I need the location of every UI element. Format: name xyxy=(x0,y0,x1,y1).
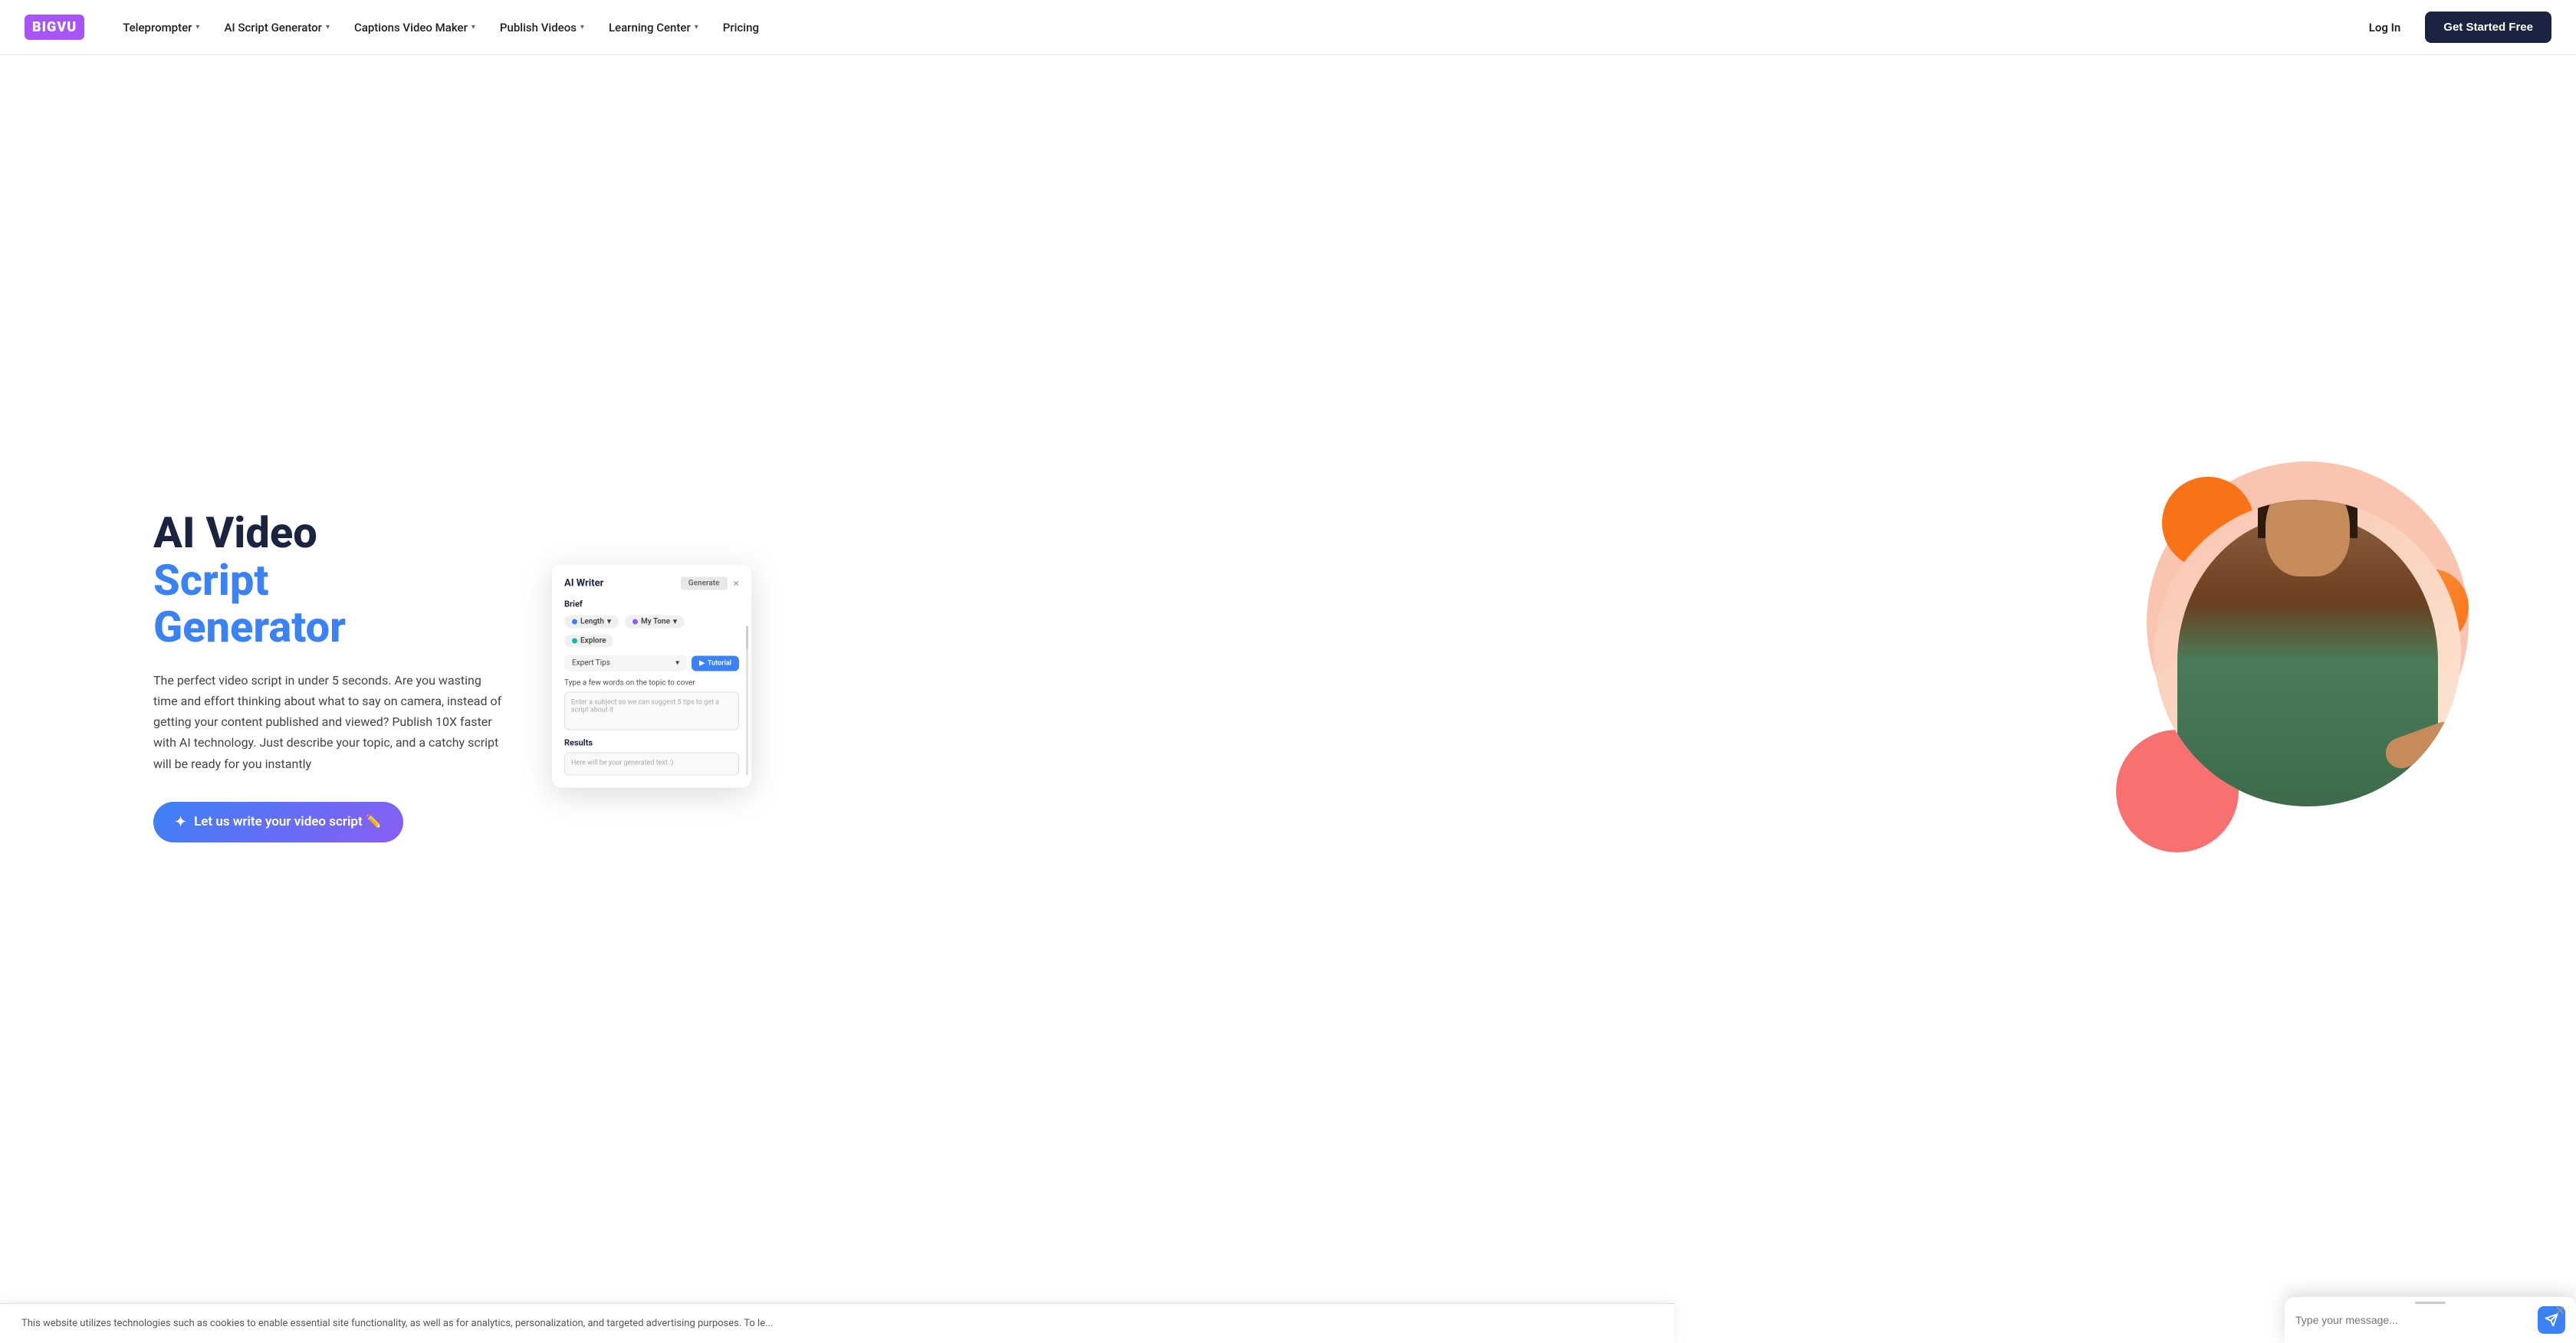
hero-title-line2: Script xyxy=(153,557,537,605)
chat-input[interactable] xyxy=(2295,1314,2530,1326)
hero-visual: AI Writer Generate × Brief Length ▾ My T… xyxy=(537,477,2515,875)
person-image xyxy=(2154,500,2461,806)
cookie-text: This website utilizes technologies such … xyxy=(21,1318,773,1329)
chevron-down-icon: ▾ xyxy=(580,23,584,31)
chevron-down-icon: ▾ xyxy=(695,23,698,31)
nav-links: Teleprompter ▾ AI Script Generator ▾ Cap… xyxy=(112,15,2357,41)
ai-input-label: Type a few words on the topic to cover xyxy=(564,679,739,688)
hero-content: AI Video Script Generator The perfect vi… xyxy=(153,510,537,842)
ai-tutorial-button[interactable]: ▶ Tutorial xyxy=(692,655,739,671)
ai-topic-input[interactable]: Enter a subject so we can suggest 5 tips… xyxy=(564,692,739,731)
hero-title-line1: AI Video xyxy=(153,510,537,557)
dot-icon xyxy=(572,619,577,625)
chevron-down-icon: ▾ xyxy=(472,23,475,31)
hero-title-line3: Generator xyxy=(153,604,537,652)
nav-item-teleprompter[interactable]: Teleprompter ▾ xyxy=(112,15,210,41)
ai-results-label: Results xyxy=(564,738,739,748)
cookie-banner: This website utilizes technologies such … xyxy=(0,1303,1674,1343)
ai-writer-card: AI Writer Generate × Brief Length ▾ My T… xyxy=(552,565,751,788)
chevron-down-icon: ▾ xyxy=(326,23,330,31)
ai-topic-row: Expert Tips ▾ ▶ Tutorial xyxy=(564,655,739,672)
ai-options-row: Length ▾ My Tone ▾ Explore xyxy=(564,616,739,648)
nav-label-ai-script: AI Script Generator xyxy=(224,21,322,34)
dot-icon xyxy=(632,619,638,625)
ai-topic-label: Expert Tips xyxy=(572,659,610,668)
dot-icon xyxy=(572,639,577,644)
get-started-button[interactable]: Get Started Free xyxy=(2425,11,2551,43)
nav-item-learning[interactable]: Learning Center ▾ xyxy=(598,15,709,41)
sparkle-icon: ✦ xyxy=(175,814,186,830)
ai-card-title: AI Writer xyxy=(564,578,603,589)
nav-item-ai-script[interactable]: AI Script Generator ▾ xyxy=(213,15,340,41)
nav-item-pricing[interactable]: Pricing xyxy=(712,15,770,41)
nav-label-publish: Publish Videos xyxy=(500,21,577,34)
navbar: BIGVU Teleprompter ▾ AI Script Generator… xyxy=(0,0,2576,55)
hero-description: The perfect video script in under 5 seco… xyxy=(153,670,506,774)
scroll-thumb[interactable] xyxy=(746,626,748,649)
ai-option-explore[interactable]: Explore xyxy=(564,635,613,648)
nav-label-captions: Captions Video Maker xyxy=(354,21,468,34)
hero-section: AI Video Script Generator The perfect vi… xyxy=(0,55,2576,1297)
chevron-down-icon: ▾ xyxy=(675,659,679,668)
ai-generate-button[interactable]: Generate xyxy=(681,577,728,590)
ai-results-area: Here will be your generated text :) xyxy=(564,753,739,776)
nav-label-learning: Learning Center xyxy=(609,21,691,34)
ai-input-placeholder: Enter a subject so we can suggest 5 tips… xyxy=(571,699,719,714)
person-head xyxy=(2266,500,2350,576)
ai-option-tone[interactable]: My Tone ▾ xyxy=(625,616,685,629)
ai-card-header: AI Writer Generate × xyxy=(564,577,739,590)
close-icon[interactable]: × xyxy=(734,577,739,589)
nav-actions: Log In Get Started Free xyxy=(2357,11,2551,43)
chevron-down-icon: ▾ xyxy=(196,23,199,31)
brand-logo[interactable]: BIGVU xyxy=(25,15,84,40)
chat-widget: ✕ xyxy=(2285,1296,2576,1343)
play-icon: ▶ xyxy=(699,659,705,667)
scroll-track xyxy=(746,626,748,776)
person-body xyxy=(2177,515,2438,806)
hero-cta-label: Let us write your video script ✏️ xyxy=(194,814,382,829)
chat-close-button[interactable]: ✕ xyxy=(2555,1303,2565,1318)
hero-cta-button[interactable]: ✦ Let us write your video script ✏️ xyxy=(153,802,403,842)
ai-option-length[interactable]: Length ▾ xyxy=(564,616,619,629)
ai-brief-label: Brief xyxy=(564,599,739,609)
ai-topic-select[interactable]: Expert Tips ▾ xyxy=(564,655,687,672)
nav-label-teleprompter: Teleprompter xyxy=(123,21,192,34)
chat-drag-handle xyxy=(2415,1302,2446,1304)
login-button[interactable]: Log In xyxy=(2357,15,2413,41)
nav-item-captions[interactable]: Captions Video Maker ▾ xyxy=(343,15,486,41)
nav-item-publish[interactable]: Publish Videos ▾ xyxy=(489,15,595,41)
person-arm xyxy=(2381,717,2461,773)
